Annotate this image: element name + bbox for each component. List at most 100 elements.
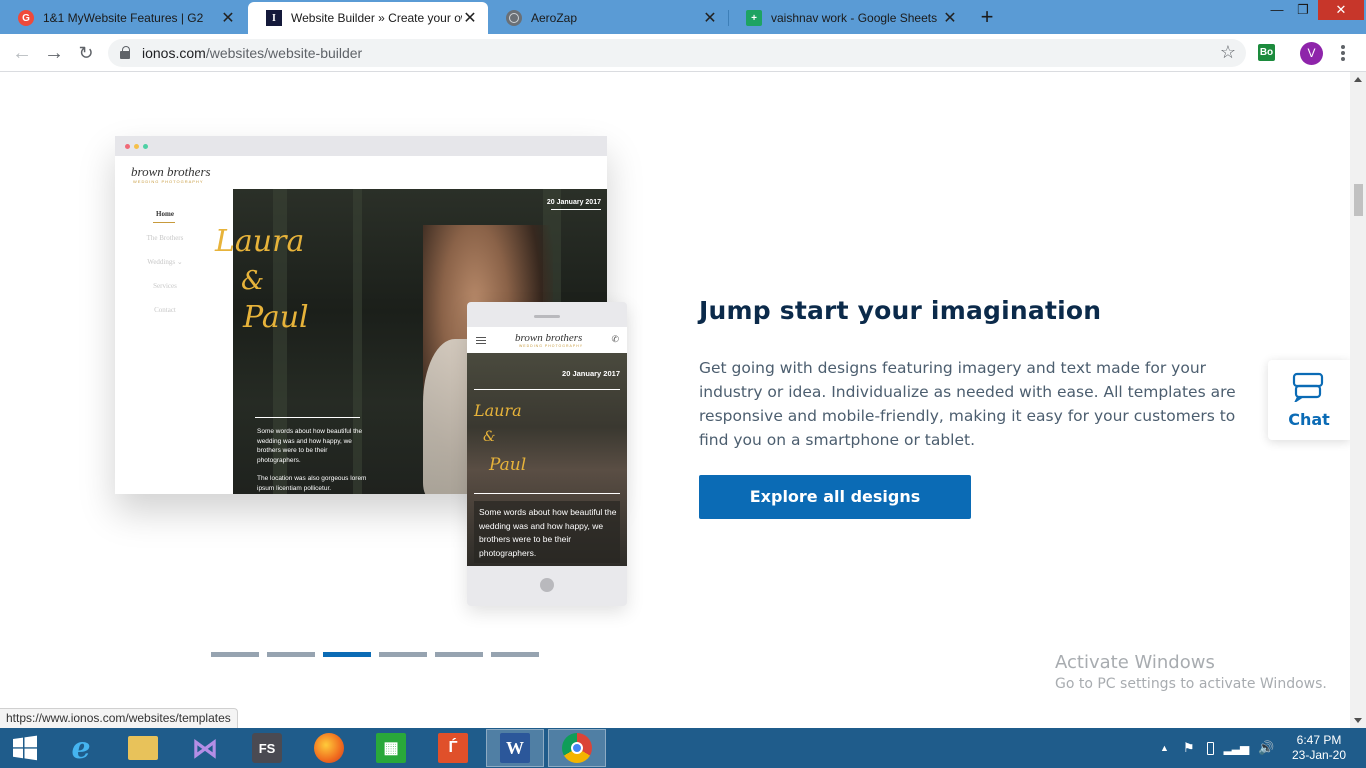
close-icon[interactable]: ✕ <box>220 8 236 28</box>
system-clock[interactable]: 6:47 PM 23-Jan-20 <box>1288 733 1350 763</box>
forward-button[interactable]: → <box>42 41 66 65</box>
signal-icon[interactable]: ▂▃▅ <box>1224 741 1250 755</box>
mockup-dot-red <box>125 144 130 149</box>
globe-icon <box>506 10 522 26</box>
close-icon[interactable]: ✕ <box>942 8 958 28</box>
close-icon[interactable]: ✕ <box>462 8 478 28</box>
phone-copy-box: Some words about how beautiful the weddi… <box>474 501 620 563</box>
mockup-dot-yellow <box>134 144 139 149</box>
phone-brand-sub: WEDDING PHOTOGRAPHY <box>519 344 584 348</box>
taskbar-internet-explorer[interactable]: e <box>52 729 110 767</box>
clock-date: 23-Jan-20 <box>1291 748 1347 762</box>
activate-windows-title: Activate Windows <box>1055 652 1215 673</box>
mockup-script-laura: Laura <box>215 224 305 259</box>
slider-indicator-2[interactable] <box>267 652 315 657</box>
slider-indicator-6[interactable] <box>491 652 539 657</box>
tray-expand-icon[interactable]: ▲ <box>1160 743 1169 753</box>
mockup-brand: brown brothers <box>131 164 211 179</box>
page-content: brown brothers WEDDING PHOTOGRAPHY Home … <box>0 72 1350 728</box>
visual-studio-icon: ⋈ <box>192 732 218 763</box>
chat-label: Chat <box>1288 410 1330 429</box>
more-menu-icon[interactable] <box>1340 42 1346 64</box>
slider-indicator-3[interactable] <box>323 652 371 657</box>
mockup-copy-1: Some words about how beautiful the weddi… <box>257 428 363 464</box>
folder-icon <box>128 736 158 760</box>
phone-script-paul: Paul <box>489 455 527 475</box>
phone-copy: Some words about how beautiful the weddi… <box>479 507 617 558</box>
tab-strip: G 1&1 MyWebsite Features | G2 ✕ I Websit… <box>0 0 1366 34</box>
lock-icon <box>120 46 130 59</box>
slider-indicator-1[interactable] <box>211 652 259 657</box>
word-icon: W <box>500 733 530 763</box>
extension-icon[interactable]: Bo <box>1258 44 1275 61</box>
back-button[interactable]: ← <box>10 41 34 65</box>
taskbar-store[interactable]: ▦ <box>362 729 420 767</box>
mockup-copy-2: The location was also gorgeous lorem ips… <box>257 475 367 492</box>
phone-date: 20 January 2017 <box>562 369 620 378</box>
chat-icon <box>1292 372 1324 402</box>
start-button[interactable] <box>0 729 50 767</box>
action-center-flag-icon[interactable]: ⚑ <box>1183 740 1195 756</box>
chat-widget[interactable]: Chat <box>1268 360 1350 440</box>
system-tray: ▲ ⚑ ▂▃▅ 🔊 <box>1160 728 1274 768</box>
chrome-icon <box>562 733 592 763</box>
phone-brand: brown brothers <box>515 332 583 344</box>
internet-explorer-icon: e <box>71 730 91 766</box>
mockup-nav-services: Services <box>153 282 177 290</box>
activate-windows-subtitle: Go to PC settings to activate Windows. <box>1055 676 1327 692</box>
url-path: /websites/website-builder <box>205 45 363 61</box>
profile-avatar[interactable]: V <box>1300 42 1323 65</box>
mockup-copy-line <box>255 417 360 418</box>
url-domain: ionos.com <box>142 45 206 61</box>
phone-hero-photo: 20 January 2017 Laura & Paul Some words … <box>467 353 627 566</box>
phone-date-line <box>474 389 620 390</box>
taskbar-chrome[interactable] <box>548 729 606 767</box>
bookmark-star-icon[interactable]: ☆ <box>1220 42 1236 63</box>
close-window-button[interactable]: ✕ <box>1318 0 1364 20</box>
section-headline: Jump start your imagination <box>699 296 1102 325</box>
mockup-date-line <box>551 209 601 210</box>
slider-indicator-4[interactable] <box>379 652 427 657</box>
phone-home-button <box>540 578 554 592</box>
tab-google-sheets[interactable]: + vaishnav work - Google Sheets ✕ <box>728 2 968 34</box>
battery-icon[interactable] <box>1206 741 1214 755</box>
phone-copy-line <box>474 493 620 494</box>
taskbar-file-explorer[interactable] <box>114 729 172 767</box>
slider-indicator-5[interactable] <box>435 652 483 657</box>
windows-logo-icon <box>13 735 37 761</box>
phone-speaker <box>534 315 560 318</box>
phone-call-icon: ✆ <box>611 334 619 344</box>
mockup-nav-home: Home <box>156 210 174 218</box>
close-icon[interactable]: ✕ <box>702 8 718 28</box>
taskbar-fs-app[interactable]: FS <box>238 729 296 767</box>
taskbar-firefox[interactable] <box>300 729 358 767</box>
page-scrollbar[interactable] <box>1350 72 1366 728</box>
mockup-nav-underline <box>153 222 175 223</box>
address-bar[interactable]: ionos.com/websites/website-builder ☆ <box>108 39 1246 67</box>
mockup-nav-contact: Contact <box>154 306 176 314</box>
taskbar-office[interactable]: Ѓ <box>424 729 482 767</box>
restore-button[interactable]: ❐ <box>1286 0 1320 20</box>
chrome-center-icon <box>571 742 583 754</box>
tab-aerozap[interactable]: AeroZap ✕ <box>488 2 728 34</box>
new-tab-button[interactable]: + <box>976 6 998 28</box>
windows-taskbar: e ⋈ FS ▦ Ѓ W ▲ ⚑ ▂▃▅ 🔊 6:47 PM 23-Jan-20 <box>0 728 1366 768</box>
mockup-nav-brothers: The Brothers <box>146 234 184 242</box>
scroll-thumb[interactable] <box>1354 184 1363 216</box>
taskbar-visual-studio[interactable]: ⋈ <box>176 729 234 767</box>
link-status-bubble: https://www.ionos.com/websites/templates <box>0 708 238 728</box>
mockup-window-bar <box>115 136 607 156</box>
reload-button[interactable]: ↻ <box>74 41 98 65</box>
tab-website-builder[interactable]: I Website Builder » Create your ow ✕ <box>248 2 488 34</box>
mockup-script-paul: Paul <box>243 300 309 335</box>
browser-toolbar: ← → ↻ ionos.com/websites/website-builder… <box>0 34 1366 72</box>
scroll-down-arrow-icon[interactable] <box>1354 718 1362 723</box>
scroll-up-arrow-icon[interactable] <box>1354 77 1362 82</box>
clock-time: 6:47 PM <box>1296 733 1342 747</box>
explore-all-designs-button[interactable]: Explore all designs <box>699 475 971 519</box>
tab-title: AeroZap <box>531 11 578 25</box>
taskbar-word[interactable]: W <box>486 729 544 767</box>
volume-icon[interactable]: 🔊 <box>1258 740 1274 756</box>
tab-g2[interactable]: G 1&1 MyWebsite Features | G2 ✕ <box>0 2 246 34</box>
sheets-icon: + <box>746 10 762 26</box>
